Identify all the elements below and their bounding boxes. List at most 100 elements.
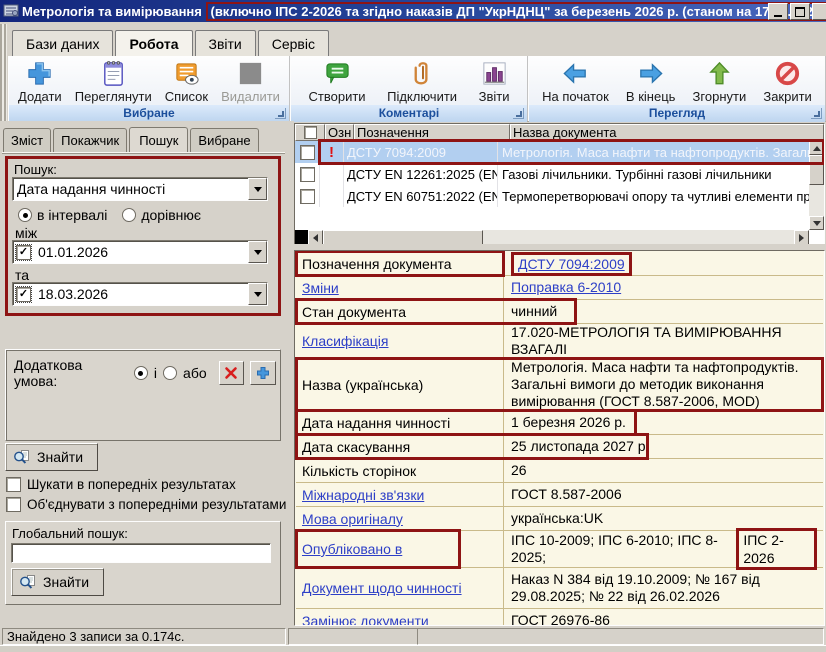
minimize-icon — [774, 15, 782, 17]
dropdown-button[interactable] — [248, 241, 267, 263]
date-to-combobox[interactable]: ✓ 18.03.2026 — [12, 282, 268, 306]
close-button[interactable] — [812, 3, 826, 20]
tab-servis[interactable]: Сервіс — [258, 30, 329, 56]
minimize-button[interactable] — [768, 3, 788, 20]
date-to-value: 18.03.2026 — [34, 286, 248, 302]
search-field-value: Дата надання чинності — [13, 181, 248, 197]
maximize-icon — [795, 7, 805, 17]
tab-zvity[interactable]: Звіти — [195, 30, 256, 56]
merge-previous-checkbox[interactable] — [6, 497, 21, 512]
remove-condition-button[interactable] — [219, 361, 245, 385]
go-first-button[interactable]: На початок — [538, 58, 613, 105]
scrollbar-thumb[interactable] — [323, 230, 483, 245]
language-link[interactable]: Мова оригіналу — [302, 511, 403, 527]
tab-robota[interactable]: Робота — [115, 30, 192, 56]
radio-equals-label: дорівнює — [141, 207, 201, 223]
status-bar: Знайдено 3 записи за 0.174с. — [0, 627, 826, 646]
left-panel-tabs: Зміст Покажчик Пошук Вибране — [3, 126, 261, 152]
dialog-launcher-icon[interactable] — [275, 108, 286, 119]
list-button-label: Список — [165, 89, 208, 104]
global-find-button[interactable]: Знайти — [11, 568, 104, 596]
date-to-checkbox[interactable]: ✓ — [16, 287, 31, 302]
published-in-link[interactable]: Опубліковано в — [302, 541, 402, 557]
scrollbar-thumb[interactable] — [809, 155, 824, 185]
merge-previous-checkbox-row[interactable]: Об'єднувати з попередніми результатами — [6, 497, 286, 512]
global-search-input[interactable] — [11, 543, 271, 563]
header-select-all[interactable] — [295, 124, 325, 141]
scroll-up-button[interactable] — [809, 141, 824, 155]
column-header-title[interactable]: Назва документа — [510, 124, 824, 141]
list-button[interactable]: Список — [161, 58, 212, 105]
tab-poshuk[interactable]: Пошук — [129, 127, 188, 153]
row-checkbox[interactable] — [300, 145, 315, 160]
search-previous-checkbox[interactable] — [6, 477, 21, 492]
add-button[interactable]: Додати — [14, 58, 66, 105]
classification-link[interactable]: Класифікація — [302, 333, 389, 349]
international-value: ГОСТ 8.587-2006 — [504, 483, 823, 506]
add-button-label: Додати — [18, 89, 62, 104]
date-from-combobox[interactable]: ✓ 01.01.2026 — [12, 240, 268, 264]
result-row-selected[interactable]: ! ДСТУ 7094:2009 Метрологія. Маса нафти … — [295, 141, 824, 163]
dropdown-button[interactable] — [248, 178, 267, 200]
designation-link[interactable]: ДСТУ 7094:2009 — [518, 256, 625, 272]
tab-bazy-danykh[interactable]: Бази даних — [12, 30, 113, 56]
go-last-button[interactable]: В кінець — [622, 58, 680, 105]
arrow-up-icon — [705, 59, 734, 88]
app-icon — [3, 3, 19, 19]
radio-equals[interactable] — [122, 208, 136, 222]
collapse-button[interactable]: Згорнути — [689, 58, 751, 105]
result-row[interactable]: ДСТУ EN 12261:2025 (EN Газові лічильники… — [295, 163, 824, 185]
blue-plus-icon — [256, 366, 270, 380]
tab-zmist[interactable]: Зміст — [3, 128, 51, 152]
create-comment-button[interactable]: Створити — [305, 58, 370, 105]
view-button[interactable]: Переглянути — [71, 58, 156, 105]
row-checkbox[interactable] — [300, 167, 315, 182]
scroll-down-button[interactable] — [809, 216, 824, 230]
dropdown-button[interactable] — [248, 283, 267, 305]
dialog-launcher-icon[interactable] — [811, 108, 822, 119]
search-doc-icon — [19, 574, 36, 591]
result-row[interactable]: ДСТУ EN 60751:2022 (EN Термоперетворювач… — [295, 185, 824, 207]
vertical-scrollbar[interactable] — [809, 141, 824, 230]
radio-or[interactable] — [163, 366, 177, 380]
search-field-combobox[interactable]: Дата надання чинності — [12, 177, 268, 201]
close-view-button[interactable]: Закрити — [759, 58, 815, 105]
add-condition-button[interactable] — [250, 361, 276, 385]
detail-label: Дата надання чинності — [296, 411, 504, 434]
column-header-flag[interactable]: Озн — [325, 124, 354, 141]
window-frame-bottom — [0, 645, 826, 652]
results-header: Озн Позначення Назва документа — [295, 124, 824, 141]
chevron-down-icon — [254, 250, 262, 259]
column-header-designation[interactable]: Позначення — [354, 124, 510, 141]
reports-button[interactable]: Звіти — [475, 58, 514, 105]
find-button[interactable]: Знайти — [5, 443, 98, 471]
date-from-checkbox[interactable]: ✓ — [16, 245, 31, 260]
changes-link[interactable]: Зміни — [302, 280, 339, 296]
detail-row-validity-document: Документ щодо чинності Наказ N 384 від 1… — [296, 568, 823, 609]
maximize-button[interactable] — [790, 3, 810, 20]
validity-document-link[interactable]: Документ щодо чинності — [302, 580, 462, 596]
scroll-right-button[interactable] — [794, 230, 809, 245]
detail-row-name-ua: Назва (українська) Метрологія. Маса нафт… — [296, 359, 823, 411]
attach-button[interactable]: Підключити — [383, 58, 461, 105]
tab-pokazhchyk[interactable]: Покажчик — [53, 128, 127, 152]
validity-document-value: Наказ N 384 від 19.10.2009; № 167 від 29… — [504, 568, 823, 608]
delete-button-label: Видалити — [221, 89, 280, 104]
amendment-link[interactable]: Поправка 6-2010 — [511, 279, 621, 296]
horizontal-scrollbar[interactable] — [295, 230, 809, 245]
arrow-right-icon — [799, 234, 808, 242]
status-panel — [417, 628, 824, 645]
tab-vybrane[interactable]: Вибране — [190, 128, 258, 152]
row-checkbox[interactable] — [300, 189, 315, 204]
scroll-left-button[interactable] — [308, 230, 323, 245]
radio-interval[interactable] — [18, 208, 32, 222]
detail-row-effective-date: Дата надання чинності 1 березня 2026 р. — [296, 411, 823, 435]
dialog-launcher-icon[interactable] — [513, 108, 524, 119]
replaces-link[interactable]: Замінює документи — [302, 613, 429, 627]
international-link[interactable]: Міжнародні зв'язки — [302, 487, 424, 503]
global-find-label: Знайти — [43, 574, 89, 590]
toolbar-gripper[interactable] — [0, 24, 7, 121]
detail-row-pages: Кількість сторінок 26 — [296, 459, 823, 483]
search-previous-checkbox-row[interactable]: Шукати в попередніх результатах — [6, 477, 236, 492]
radio-and[interactable] — [134, 366, 148, 380]
